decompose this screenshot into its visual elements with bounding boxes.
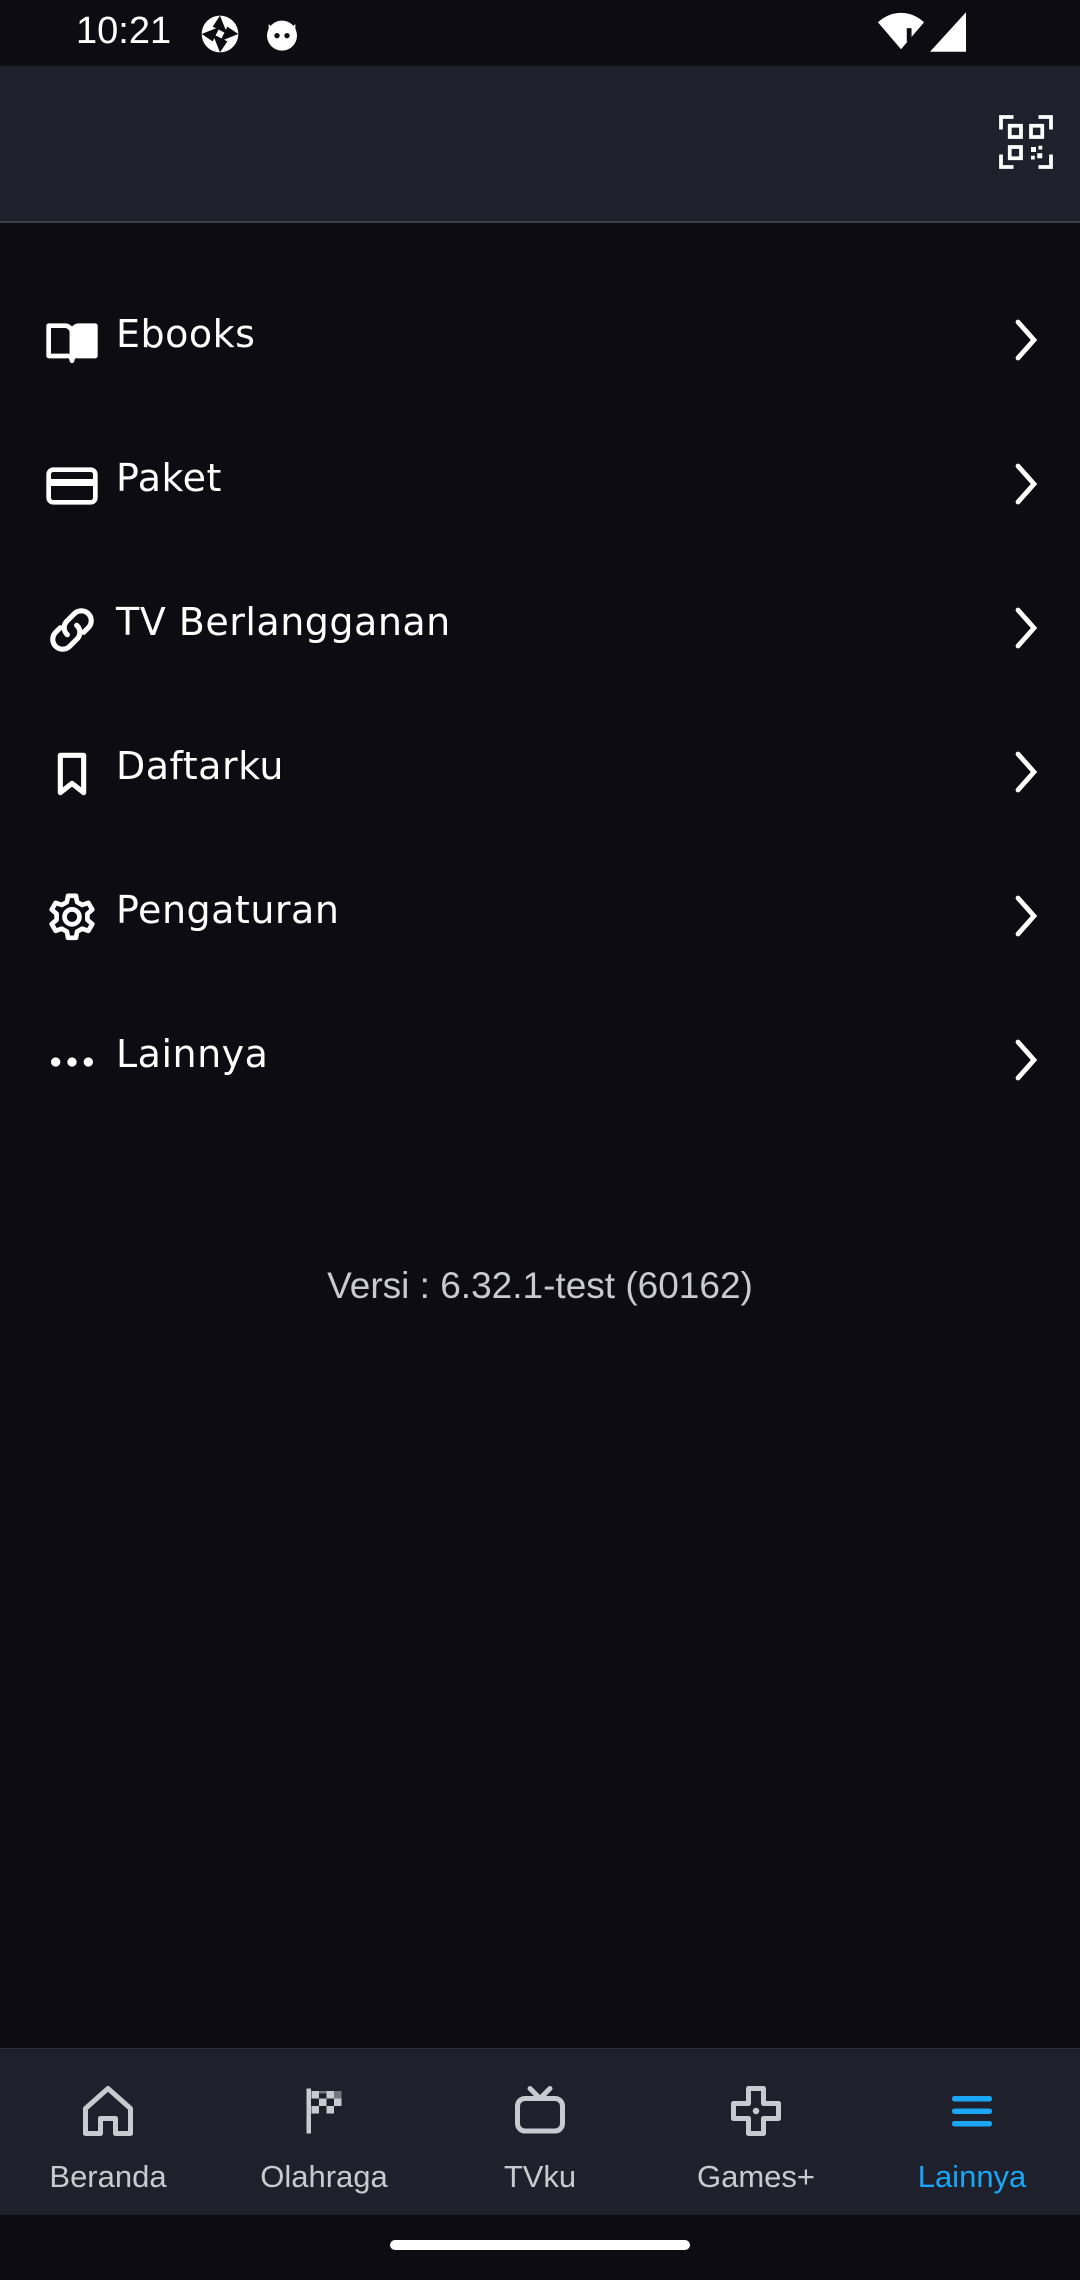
menu-item-tv-berlangganan[interactable]: TV Berlangganan — [0, 556, 1080, 700]
app-header — [0, 66, 1080, 223]
chevron-right-icon — [1010, 460, 1042, 508]
menu-item-ebooks[interactable]: Ebooks — [0, 268, 1080, 412]
nav-item-games[interactable]: Games+ — [648, 2049, 864, 2215]
book-icon — [44, 314, 100, 370]
menu-icon — [942, 2081, 1002, 2141]
tv-icon — [510, 2081, 570, 2141]
gear-icon — [44, 890, 100, 946]
menu-item-label: TV Berlangganan — [116, 600, 451, 644]
gesture-bar[interactable] — [390, 2240, 690, 2250]
qr-scan-icon — [996, 115, 1056, 176]
menu-item-label: Daftarku — [116, 744, 284, 788]
aperture-icon — [198, 12, 242, 60]
chevron-right-icon — [1010, 748, 1042, 796]
cat-face-icon — [262, 12, 302, 60]
menu-item-label: Pengaturan — [116, 888, 340, 932]
menu-item-paket[interactable]: Paket — [0, 412, 1080, 556]
nav-label: Beranda — [49, 2159, 167, 2194]
chevron-right-icon — [1010, 892, 1042, 940]
nav-label: Games+ — [696, 2159, 816, 2194]
menu-item-label: Paket — [116, 456, 222, 500]
status-bar: 10:21 — [0, 0, 1080, 66]
chevron-right-icon — [1010, 604, 1042, 652]
status-time: 10:21 — [76, 10, 172, 52]
menu-item-label: Ebooks — [116, 312, 256, 356]
menu-list: Ebooks Paket TV Berlangganan Daftarku Pe… — [0, 268, 1080, 1132]
menu-item-pengaturan[interactable]: Pengaturan — [0, 844, 1080, 988]
menu-item-label: Lainnya — [116, 1032, 269, 1076]
menu-item-daftarku[interactable]: Daftarku — [0, 700, 1080, 844]
gamepad-icon — [726, 2081, 786, 2141]
nav-item-beranda[interactable]: Beranda — [0, 2049, 216, 2215]
card-icon — [44, 458, 100, 514]
chevron-right-icon — [1010, 1036, 1042, 1084]
chevron-right-icon — [1010, 316, 1042, 364]
nav-label: Lainnya — [917, 2159, 1027, 2194]
more-dots-icon — [44, 1034, 100, 1090]
version-text: Versi : 6.32.1-test (60162) — [327, 1265, 753, 1306]
bookmark-icon — [44, 746, 100, 802]
home-icon — [78, 2081, 138, 2141]
qr-scan-button[interactable] — [996, 112, 1056, 172]
nav-item-olahraga[interactable]: Olahraga — [216, 2049, 432, 2215]
flag-icon — [294, 2081, 354, 2141]
bottom-nav: Beranda Olahraga TVku Games+ Lainnya — [0, 2048, 1080, 2215]
nav-label: Olahraga — [260, 2159, 388, 2194]
menu-item-lainnya[interactable]: Lainnya — [0, 988, 1080, 1132]
nav-item-lainnya[interactable]: Lainnya — [864, 2049, 1080, 2215]
signal-icon — [930, 12, 966, 56]
link-icon — [44, 602, 100, 658]
wifi-icon — [878, 12, 924, 56]
nav-label: TVku — [503, 2159, 577, 2194]
nav-item-tvku[interactable]: TVku — [432, 2049, 648, 2215]
